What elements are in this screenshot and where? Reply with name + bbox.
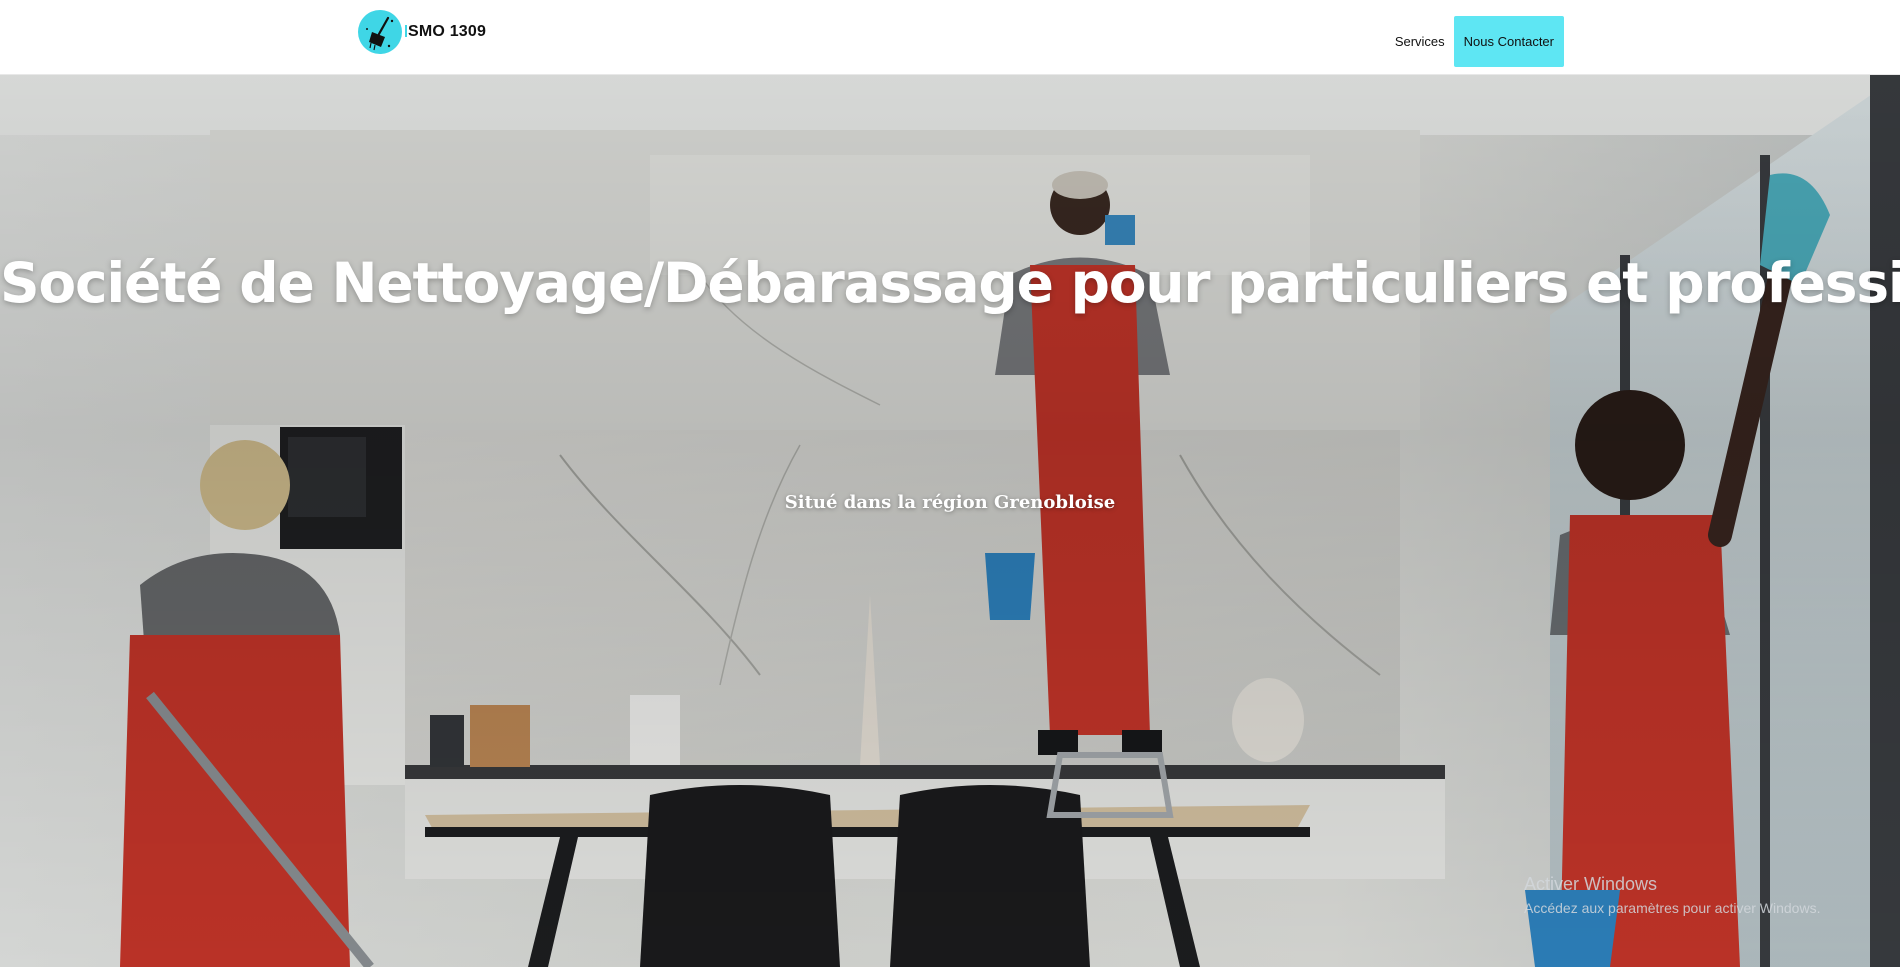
brand-name-text: SMO 1309 xyxy=(408,23,487,40)
brand-logo-link[interactable]: SMO 1309 xyxy=(358,10,486,54)
nav-services-link[interactable]: Services xyxy=(1395,34,1445,49)
nav-contact-button[interactable]: Nous Contacter xyxy=(1453,16,1564,67)
brand-name: SMO 1309 xyxy=(405,23,486,41)
hero-subtitle: Situé dans la région Grenobloise xyxy=(784,492,1116,513)
hero-title: Société de Nettoyage/Débarassage pour pa… xyxy=(0,251,1900,315)
broom-icon xyxy=(358,10,402,54)
windows-activation-watermark: Activer Windows Accédez aux paramètres p… xyxy=(1524,874,1820,916)
watermark-line-2: Accédez aux paramètres pour activer Wind… xyxy=(1524,900,1821,916)
watermark-line-1: Activer Windows xyxy=(1524,874,1658,894)
brand-accent-mark xyxy=(405,25,407,37)
main-nav: Services Nous Contacter xyxy=(1395,16,1564,67)
site-header: SMO 1309 Services Nous Contacter xyxy=(0,0,1900,75)
hero-background-image xyxy=(0,75,1900,967)
hero-section: Société de Nettoyage/Débarassage pour pa… xyxy=(0,75,1900,967)
